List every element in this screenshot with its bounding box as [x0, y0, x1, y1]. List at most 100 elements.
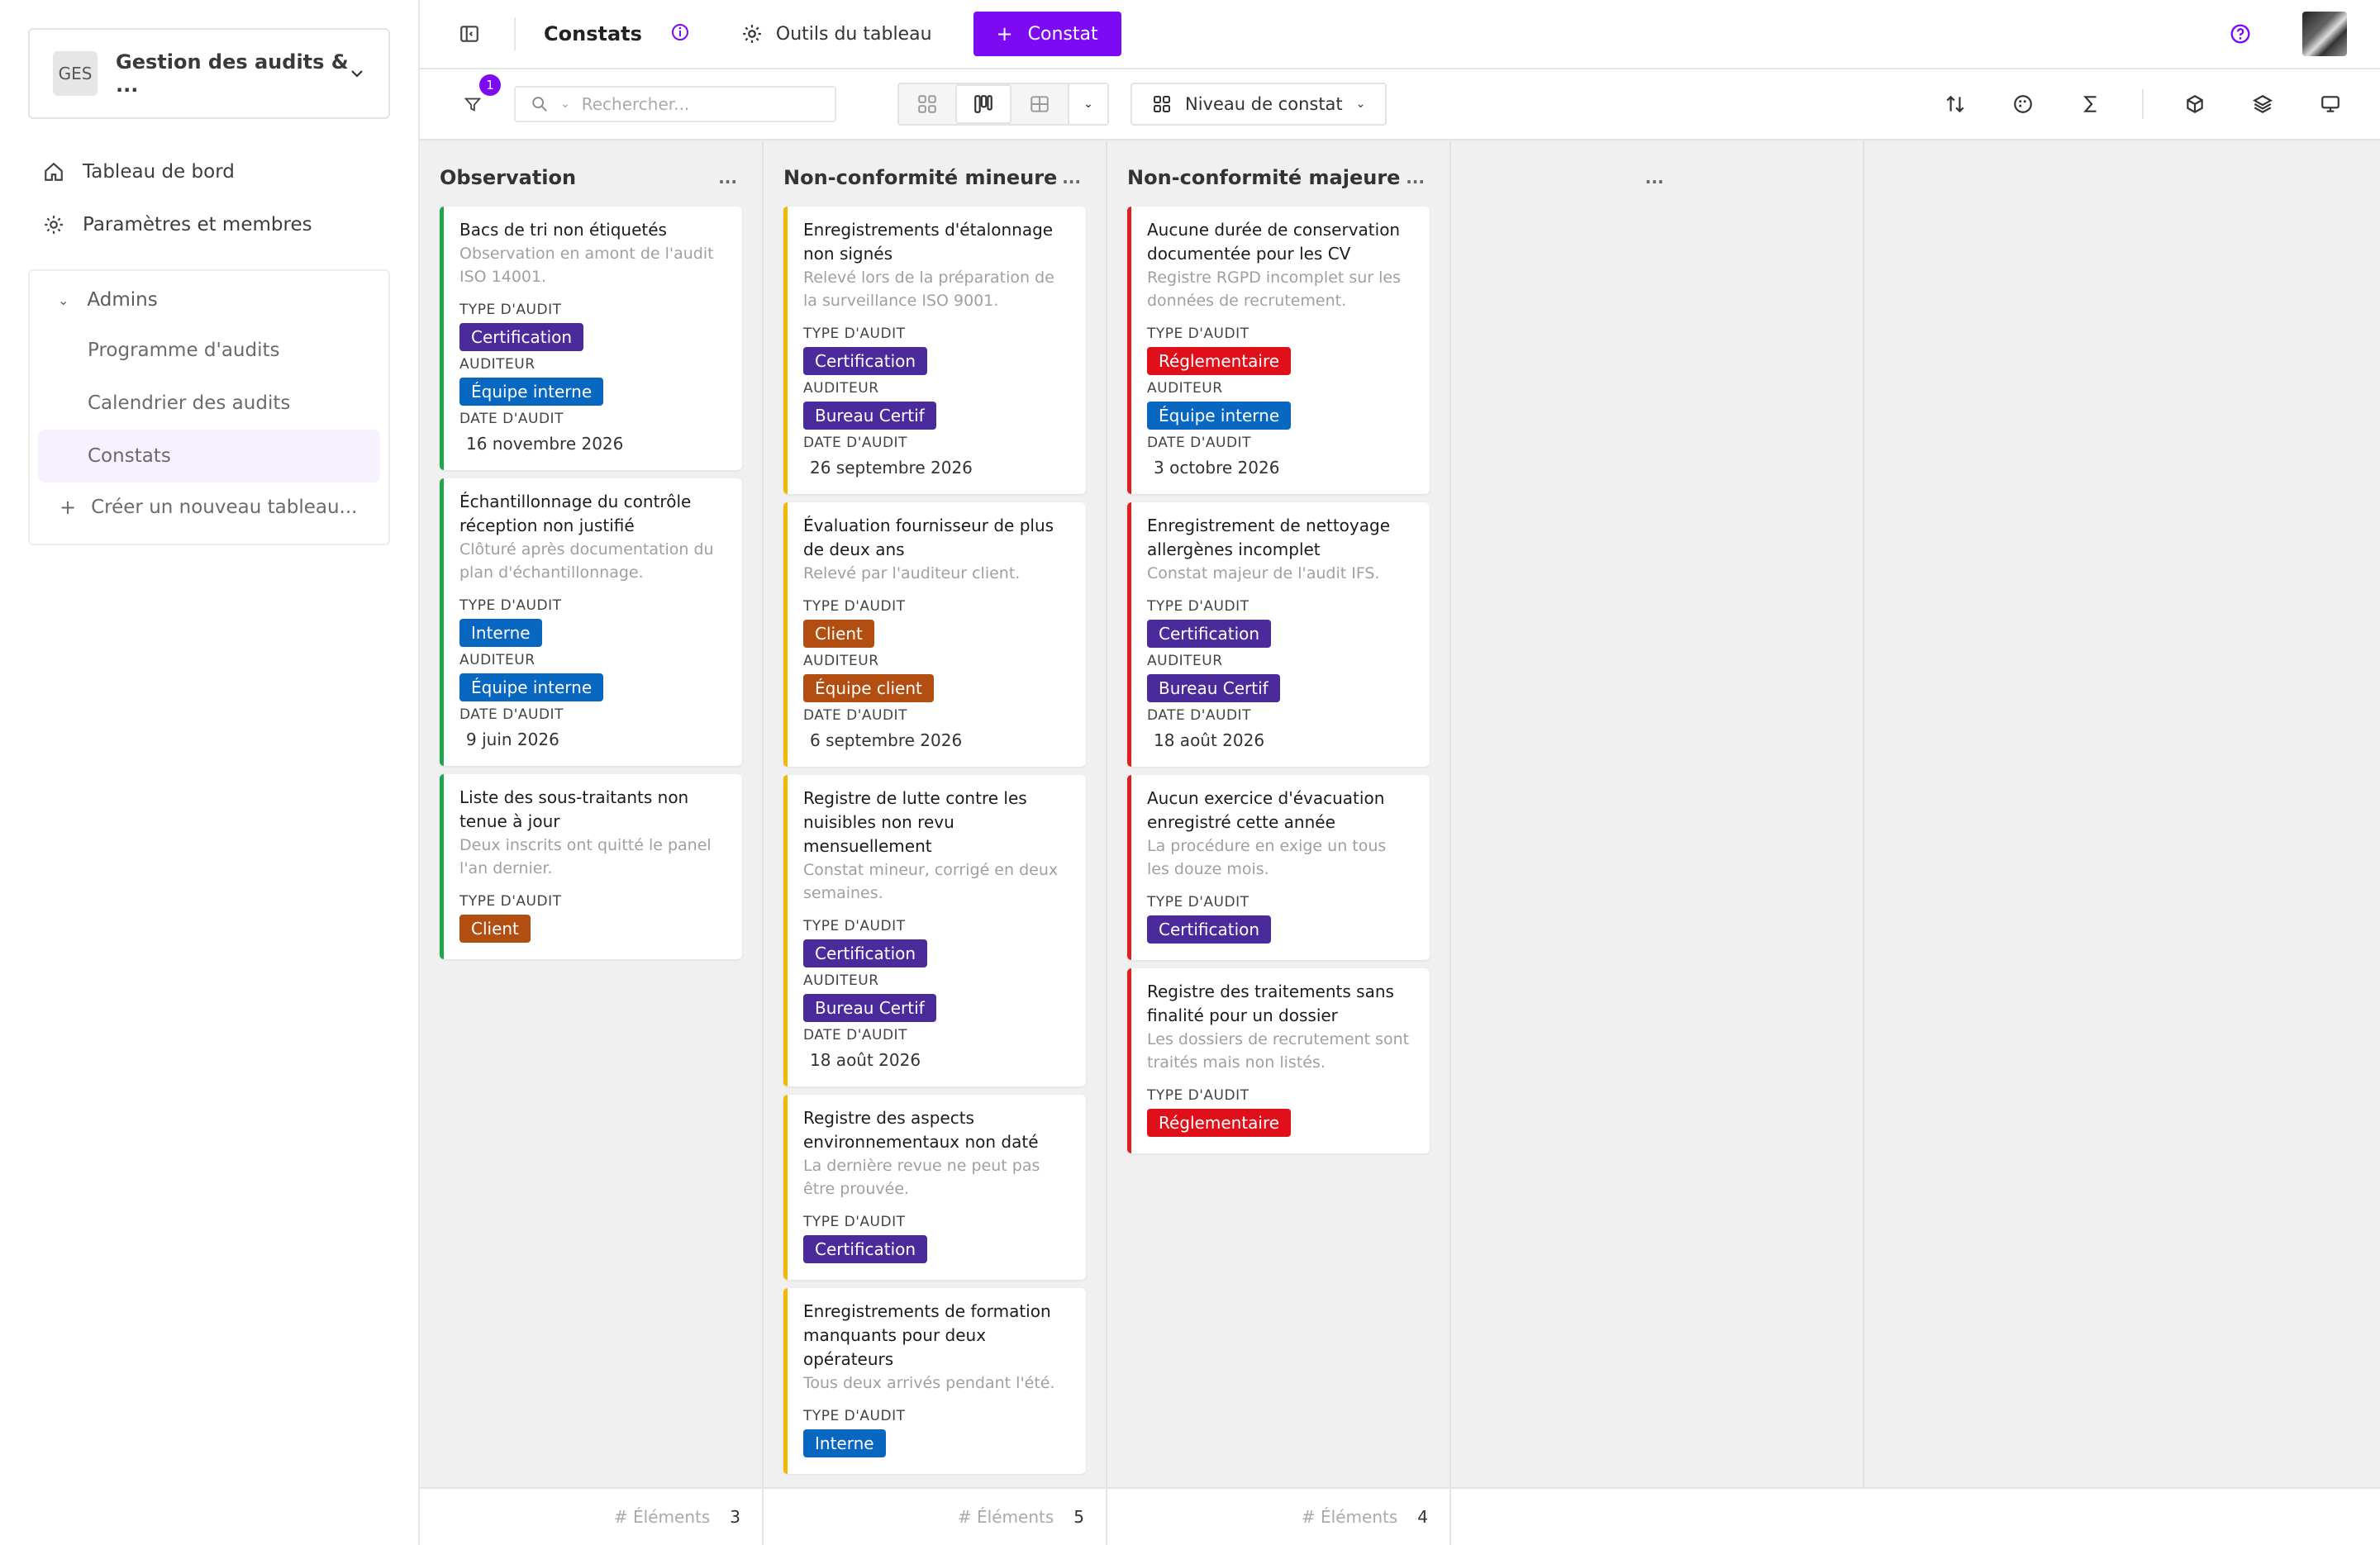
field-label: DATE D'AUDIT [1147, 435, 1251, 451]
audit-type-tag: Certification [459, 323, 584, 351]
avatar[interactable] [2302, 12, 2347, 56]
toolbar-actions [1904, 88, 2347, 121]
create-board-button[interactable]: + Créer un nouveau tableau... [38, 483, 380, 532]
divider [2142, 89, 2144, 119]
add-constat-button[interactable]: + Constat [973, 12, 1121, 56]
sidebar-item-calendrier[interactable]: Calendrier des audits [38, 377, 380, 430]
count-label: # Éléments [613, 1507, 711, 1527]
card[interactable]: Bacs de tri non étiquetés Observation en… [440, 207, 742, 470]
filter-button[interactable]: 1 [456, 74, 501, 121]
column-empty: ... [1451, 140, 1864, 1487]
auditor-tag: Équipe interne [459, 673, 604, 701]
field-label: DATE D'AUDIT [803, 707, 907, 724]
column-header: Non-conformité majeure ... [1127, 160, 1430, 195]
more-icon[interactable]: ... [1406, 168, 1425, 188]
card[interactable]: Enregistrement de nettoyage allergènes i… [1127, 502, 1430, 767]
field-label: AUDITEUR [459, 652, 536, 668]
card[interactable]: Enregistrements d'étalonnage non signés … [783, 207, 1086, 494]
field-label: TYPE D'AUDIT [459, 302, 562, 318]
field-label: DATE D'AUDIT [459, 706, 564, 723]
audit-type-tag: Certification [1147, 915, 1272, 944]
sidebar-nav: Tableau de bord Paramètres et membres [28, 145, 390, 251]
more-icon[interactable]: ... [1645, 168, 1664, 188]
column-title: Observation [440, 166, 577, 189]
field-label: AUDITEUR [803, 653, 879, 669]
card-description: Clôturé après documentation du plan d'éc… [459, 540, 714, 582]
card-description: Observation en amont de l'audit ISO 1400… [459, 245, 714, 286]
sort-icon[interactable] [1939, 88, 1972, 121]
search-input[interactable]: ⌄ Rechercher... [514, 86, 836, 122]
field-label: TYPE D'AUDIT [803, 326, 906, 342]
card[interactable]: Évaluation fournisseur de plus de deux a… [783, 502, 1086, 767]
auditor-tag: Équipe client [803, 674, 934, 702]
field-label: TYPE D'AUDIT [459, 597, 562, 614]
column-nc-majeure: Non-conformité majeure ... Aucune durée … [1107, 140, 1451, 1487]
app-root: GES Gestion des audits & ... Tableau de … [0, 0, 2380, 1545]
card[interactable]: Liste des sous-traitants non tenue à jou… [440, 774, 742, 959]
sidebar-item-dashboard[interactable]: Tableau de bord [28, 145, 390, 198]
card-description: Relevé par l'auditeur client. [803, 564, 1021, 582]
column-header: Observation ... [440, 160, 742, 195]
audit-type-tag: Interne [803, 1429, 886, 1457]
sidebar-item-constats[interactable]: Constats [38, 430, 380, 483]
auditor-tag: Bureau Certif [1147, 674, 1280, 702]
field-label: TYPE D'AUDIT [803, 598, 906, 615]
field-label: DATE D'AUDIT [803, 1027, 907, 1043]
card[interactable]: Registre de lutte contre les nuisibles n… [783, 775, 1086, 1086]
count-value: 4 [1417, 1507, 1428, 1527]
kanban-view-icon[interactable] [955, 84, 1011, 124]
card[interactable]: Registre des traitements sans finalité p… [1127, 968, 1430, 1153]
field-label: DATE D'AUDIT [1147, 707, 1251, 724]
layers-icon[interactable] [2246, 88, 2279, 121]
card-list: Enregistrements d'étalonnage non signés … [783, 207, 1086, 1474]
audit-type-tag: Réglementaire [1147, 347, 1292, 375]
chevron-down-icon[interactable]: ⌄ [1068, 84, 1107, 124]
info-icon[interactable] [670, 22, 690, 45]
audit-type-tag: Certification [803, 1235, 928, 1263]
audit-date: 16 novembre 2026 [466, 434, 624, 454]
table-view-icon[interactable] [1011, 84, 1068, 124]
home-icon [45, 162, 63, 181]
audit-type-tag: Interne [459, 619, 542, 647]
field-label: AUDITEUR [803, 380, 879, 397]
card[interactable]: Enregistrements de formation manquants p… [783, 1288, 1086, 1474]
board-footer: # Éléments 3 # Éléments 5 # Éléments 4 [420, 1487, 2380, 1545]
card[interactable]: Aucun exercice d'évacuation enregistré c… [1127, 775, 1430, 960]
audit-date: 18 août 2026 [1154, 730, 1265, 750]
count-label: # Éléments [957, 1507, 1054, 1527]
field-label: TYPE D'AUDIT [803, 918, 906, 934]
cube-icon[interactable] [2178, 88, 2211, 121]
sidebar: GES Gestion des audits & ... Tableau de … [0, 0, 420, 1545]
card[interactable]: Aucune durée de conservation documentée … [1127, 207, 1430, 494]
card-title: Registre des traitements sans finalité p… [1147, 982, 1394, 1025]
card-title: Registre des aspects environnementaux no… [803, 1108, 1039, 1152]
column-observation: Observation ... Bacs de tri non étiqueté… [420, 140, 764, 1487]
board-tools-button[interactable]: Outils du tableau [741, 23, 932, 45]
field-label: AUDITEUR [803, 972, 879, 989]
card-title: Bacs de tri non étiquetés [459, 220, 667, 240]
count-value: 5 [1073, 1507, 1084, 1527]
sum-icon[interactable] [2074, 88, 2107, 121]
sidebar-item-programme[interactable]: Programme d'audits [38, 324, 380, 377]
group-toggle[interactable]: ⌄ Admins [38, 276, 380, 324]
card[interactable]: Échantillonnage du contrôle réception no… [440, 478, 742, 766]
card-description: La procédure en exige un tous les douze … [1147, 837, 1387, 878]
kanban-board: Observation ... Bacs de tri non étiqueté… [420, 140, 1864, 1487]
card[interactable]: Registre des aspects environnementaux no… [783, 1095, 1086, 1280]
audit-date: 9 juin 2026 [466, 730, 559, 749]
sidebar-item-settings[interactable]: Paramètres et membres [28, 198, 390, 251]
color-palette-icon[interactable] [2006, 88, 2040, 121]
card-title: Registre de lutte contre les nuisibles n… [803, 788, 1027, 856]
search-icon [532, 97, 547, 112]
sidebar-item-label: Paramètres et membres [83, 214, 312, 235]
more-icon[interactable]: ... [1062, 168, 1081, 188]
field-label: TYPE D'AUDIT [459, 893, 562, 910]
more-icon[interactable]: ... [718, 168, 737, 188]
group-by-select[interactable]: Niveau de constat ⌄ [1130, 83, 1388, 126]
monitor-icon[interactable] [2314, 88, 2347, 121]
workspace-switcher[interactable]: GES Gestion des audits & ... [28, 28, 390, 119]
group-icon [1154, 96, 1170, 112]
grid-view-icon[interactable] [899, 84, 955, 124]
help-icon[interactable] [2230, 23, 2251, 45]
sidebar-toggle-icon[interactable] [453, 23, 486, 45]
